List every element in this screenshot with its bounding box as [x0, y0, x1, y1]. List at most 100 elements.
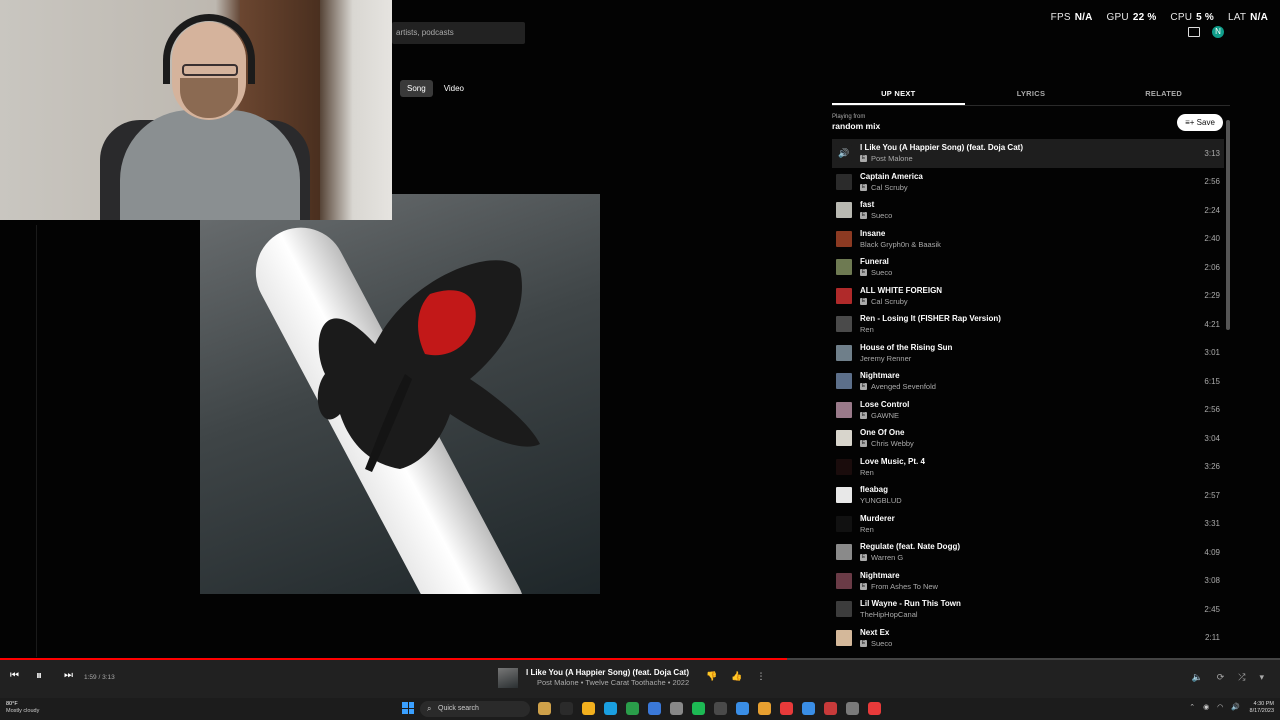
tab-up-next[interactable]: UP NEXT — [832, 84, 965, 105]
queue-item[interactable]: Captain America E Cal Scruby 2:56 — [832, 168, 1224, 197]
track-artist-line: E Post Malone — [860, 154, 1190, 163]
queue-item[interactable]: Lil Wayne - Run This Town TheHipHopCanal 2… — [832, 595, 1224, 624]
track-duration: 2:11 — [1205, 633, 1220, 643]
toggle-song[interactable]: Song — [400, 80, 433, 97]
track-meta: fast E Sueco — [860, 200, 1190, 220]
now-playing-subtitle[interactable]: Post Malone • Twelve Carat Toothache • 2… — [537, 678, 689, 687]
queue-item[interactable]: fleabag YUNGBLUD 2:57 — [832, 481, 1224, 510]
queue-item[interactable]: Insane Black Gryph0n & Baasik 2:40 — [832, 225, 1224, 254]
track-meta: Nightmare E From Ashes To New — [860, 571, 1190, 591]
taskbar-app-icon[interactable] — [692, 702, 705, 715]
track-title: Lil Wayne - Run This Town — [860, 599, 961, 609]
track-title: Ren - Losing It (FISHER Rap Version) — [860, 314, 1001, 324]
track-title: Nightmare — [860, 371, 900, 381]
track-artist: Cal Scruby — [871, 296, 908, 306]
track-thumbnail — [836, 629, 852, 646]
tab-related[interactable]: RELATED — [1097, 84, 1230, 105]
explicit-icon: E — [860, 440, 867, 448]
network-icon[interactable]: ◉ — [1203, 703, 1209, 711]
pause-icon[interactable]: ⏸ — [36, 668, 42, 683]
more-options-icon[interactable]: ⋮ — [756, 671, 765, 682]
like-icon[interactable]: 👍 — [731, 671, 742, 682]
queue-item[interactable]: Ren - Losing It (FISHER Rap Version) Ren 4… — [832, 310, 1224, 339]
queue-item[interactable]: ALL WHITE FOREIGN E Cal Scruby 2:29 — [832, 282, 1224, 311]
taskbar-app-icon[interactable] — [714, 702, 727, 715]
taskbar-app-icon[interactable] — [604, 702, 617, 715]
track-thumbnail — [836, 259, 852, 276]
cast-icon[interactable] — [1188, 27, 1200, 37]
taskbar-app-icon[interactable] — [802, 702, 815, 715]
player-bar: ⏮ ⏸ ⏭ 1:59 / 3:13 I Like You (A Happier … — [0, 658, 1280, 698]
windows-start-icon[interactable] — [402, 702, 414, 714]
taskbar-app-icon[interactable] — [758, 702, 771, 715]
queue-item[interactable]: Nightmare E Avenged Sevenfold 6:15 — [832, 367, 1224, 396]
taskbar-app-icon[interactable] — [780, 702, 793, 715]
taskbar-app-icon[interactable] — [824, 702, 837, 715]
track-meta: Regulate (feat. Nate Dogg) E Warren G — [860, 542, 1190, 562]
progress-bar[interactable] — [0, 658, 1280, 660]
taskbar-app-icon[interactable] — [868, 702, 881, 715]
save-button[interactable]: ≡+ Save — [1177, 114, 1223, 131]
track-title: Insane — [860, 228, 886, 238]
track-title: Funeral — [860, 257, 889, 267]
tab-lyrics[interactable]: LYRICS — [965, 84, 1098, 105]
wifi-icon[interactable]: ◠ — [1217, 703, 1223, 711]
track-artist-line: E Sueco — [860, 639, 1190, 648]
taskbar-app-icon[interactable] — [626, 702, 639, 715]
track-meta: Love Music, Pt. 4 Ren — [860, 457, 1190, 477]
queue-item[interactable]: fast E Sueco 2:24 — [832, 196, 1224, 225]
track-artist: Black Gryph0n & Baasik — [860, 239, 941, 249]
explicit-icon: E — [860, 212, 867, 220]
taskbar-app-icon[interactable] — [846, 702, 859, 715]
avatar[interactable]: N — [1212, 26, 1224, 38]
queue-item[interactable]: Funeral E Sueco 2:06 — [832, 253, 1224, 282]
queue-item[interactable]: Nightmare E From Ashes To New 3:08 — [832, 567, 1224, 596]
track-artist-line: Black Gryph0n & Baasik — [860, 240, 1190, 249]
track-title: I Like You (A Happier Song) (feat. Doja … — [860, 143, 1023, 153]
queue-item[interactable]: Murderer Ren 3:31 — [832, 510, 1224, 539]
track-artist-line: E From Ashes To New — [860, 582, 1190, 591]
taskbar-app-icon[interactable] — [648, 702, 661, 715]
queue-scrollbar[interactable] — [1226, 112, 1230, 658]
explicit-icon: E — [860, 155, 867, 163]
weather-widget[interactable]: 80°F Mostly cloudy — [6, 701, 39, 715]
search-icon: ⌕ — [427, 704, 432, 713]
taskbar-app-icon[interactable] — [736, 702, 749, 715]
taskbar-app-icon[interactable] — [560, 702, 573, 715]
dislike-icon[interactable]: 👎 — [706, 671, 717, 682]
queue-tabs: UP NEXT LYRICS RELATED — [832, 84, 1230, 106]
track-artist-line: E Avenged Sevenfold — [860, 382, 1190, 391]
next-icon[interactable]: ⏭ — [64, 670, 73, 681]
queue-scroll-thumb[interactable] — [1226, 120, 1230, 330]
track-meta: Murderer Ren — [860, 514, 1190, 534]
track-artist: Chris Webby — [871, 439, 914, 449]
clock[interactable]: 4:30 PM 8/17/2023 — [1250, 701, 1274, 715]
queue-item[interactable]: Love Music, Pt. 4 Ren 3:26 — [832, 453, 1224, 482]
taskbar-app-icon[interactable] — [538, 702, 551, 715]
volume-icon[interactable]: 🔈 — [1192, 672, 1203, 683]
queue-item[interactable]: Lose Control E GAWNE 2:56 — [832, 396, 1224, 425]
explicit-icon: E — [860, 639, 867, 647]
queue-item[interactable]: Next Ex E Sueco 2:11 — [832, 624, 1224, 653]
now-playing-title[interactable]: I Like You (A Happier Song) (feat. Doja … — [526, 668, 689, 677]
queue-item[interactable]: Regulate (feat. Nate Dogg) E Warren G 4:09 — [832, 538, 1224, 567]
taskbar-search[interactable]: ⌕ Quick search — [420, 701, 530, 717]
queue-item[interactable]: One Of One E Chris Webby 3:04 — [832, 424, 1224, 453]
queue-item[interactable]: 🔊 I Like You (A Happier Song) (feat. Doja… — [832, 139, 1224, 168]
search-input[interactable]: artists, podcasts — [392, 22, 525, 44]
track-thumbnail — [836, 430, 852, 447]
taskbar-app-icon[interactable] — [670, 702, 683, 715]
repeat-icon[interactable]: ⟳ — [1217, 672, 1225, 683]
shuffle-icon[interactable]: ⤮ — [1238, 672, 1245, 683]
taskbar-app-icon[interactable] — [582, 702, 595, 715]
chevron-up-icon[interactable]: ⌃ — [1189, 703, 1195, 711]
track-duration: 3:04 — [1204, 433, 1220, 443]
toggle-video[interactable]: Video — [437, 80, 471, 97]
speaker-icon[interactable]: 🔊 — [1231, 703, 1240, 711]
track-duration: 3:26 — [1204, 462, 1220, 472]
track-title: fast — [860, 200, 875, 210]
playing-from-label: Playing from — [832, 114, 866, 120]
queue-item[interactable]: House of the Rising Sun Jeremy Renner 3:01 — [832, 339, 1224, 368]
previous-icon[interactable]: ⏮ — [10, 670, 19, 681]
expand-icon[interactable]: ▾ — [1259, 672, 1264, 683]
